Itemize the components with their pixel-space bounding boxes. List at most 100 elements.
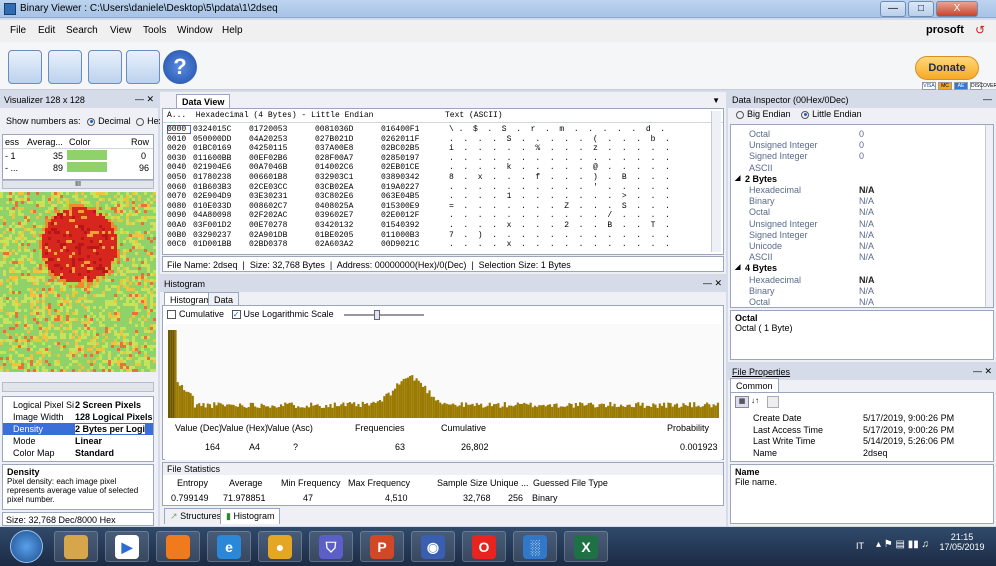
histogram-bar[interactable]	[458, 405, 461, 418]
histogram-bar[interactable]	[460, 402, 463, 418]
histogram-bar[interactable]	[561, 406, 565, 418]
internet-explorer-taskbar-icon[interactable]: e	[207, 531, 251, 562]
histogram-bar[interactable]	[497, 403, 500, 418]
histogram-bar[interactable]	[505, 407, 509, 418]
histogram-bar[interactable]	[652, 403, 655, 418]
menu-view[interactable]: View	[110, 25, 132, 36]
histogram-bar[interactable]	[639, 405, 642, 418]
histogram-bar[interactable]	[189, 393, 192, 418]
histogram-bar[interactable]	[426, 393, 429, 418]
histogram-bar[interactable]	[267, 406, 270, 418]
histogram-bar[interactable]	[626, 404, 629, 418]
histogram-bar[interactable]	[632, 407, 636, 418]
minimize-button[interactable]: —	[880, 1, 906, 17]
histogram-bar[interactable]	[710, 407, 713, 418]
property-row[interactable]: Density 2 Bytes per Logi	[3, 423, 153, 435]
histogram-bar[interactable]	[678, 407, 681, 418]
histogram-bar[interactable]	[202, 403, 205, 418]
histogram-bar[interactable]	[370, 402, 373, 418]
hex-row[interactable]: 00C0 01D001BB 02BD0378 02A603A2 00D9021C. . …	[167, 240, 697, 250]
preview-icon[interactable]	[88, 50, 122, 84]
help-icon[interactable]: ?	[163, 50, 197, 84]
ascii-cell[interactable]: . . . . . . . . . . . / . . . .	[449, 211, 670, 220]
histogram-bar[interactable]	[275, 407, 278, 418]
histogram-bar[interactable]	[434, 400, 438, 418]
histogram-bar[interactable]	[338, 406, 341, 418]
inspector-row[interactable]: Hexadecimal N/A	[731, 275, 983, 286]
histogram-bar[interactable]	[594, 407, 597, 418]
inspector-row[interactable]: Unsigned Integer 0	[731, 140, 983, 151]
histogram-bar[interactable]	[378, 400, 382, 418]
hex-row[interactable]: 0060 01B603B3 02CE03CC 03CB02EA 019A0227. . …	[167, 183, 697, 193]
histogram-bar[interactable]	[568, 403, 571, 418]
print-icon[interactable]	[48, 50, 82, 84]
histogram-bar[interactable]	[508, 405, 511, 418]
hex-row[interactable]: 00A0 03F001D2 00E70278 03420132 01540392. . …	[167, 221, 697, 231]
histogram-bar[interactable]	[607, 405, 610, 418]
histogram-bar[interactable]	[439, 402, 442, 418]
histogram-bar[interactable]	[570, 403, 573, 418]
hex-row[interactable]: 0000 0324015C 01720053 0081036D 016400F1 \ . …	[167, 125, 697, 135]
histogram-bar[interactable]	[217, 402, 220, 418]
histogram-bar[interactable]	[245, 407, 248, 418]
tools-icon[interactable]	[126, 50, 160, 84]
ascii-cell[interactable]: . . . . x . . . 2 . . B . . T .	[449, 221, 670, 230]
hex-cell[interactable]: 02E0012F	[381, 211, 419, 220]
hex-cell[interactable]: 00E70278	[249, 221, 287, 230]
ascii-cell[interactable]: . . . . 1 . . . . . . . > . . .	[449, 192, 670, 201]
histogram-bar[interactable]	[622, 406, 625, 418]
histogram-bar[interactable]	[443, 402, 446, 418]
histogram-bar[interactable]	[688, 402, 692, 418]
menu-search[interactable]: Search	[66, 25, 98, 36]
powerpoint-taskbar-icon[interactable]: P	[360, 531, 404, 562]
histogram-bar[interactable]	[391, 390, 394, 418]
histogram-bar[interactable]	[277, 407, 280, 418]
column-header[interactable]: ess	[5, 137, 19, 147]
menu-file[interactable]: File	[10, 25, 26, 36]
histogram-bar[interactable]	[273, 406, 276, 418]
histogram-bar[interactable]	[226, 404, 229, 418]
hex-cell[interactable]: 015300E9	[381, 202, 419, 211]
hex-cell[interactable]: 03E30231	[249, 192, 287, 201]
histogram-bar[interactable]	[411, 375, 414, 418]
histogram-bar[interactable]	[262, 404, 265, 418]
histogram-bar[interactable]	[387, 392, 390, 418]
histogram-bar[interactable]	[363, 403, 367, 418]
histogram-bar[interactable]	[170, 330, 173, 418]
inspector-row[interactable]: Binary N/A	[731, 286, 983, 297]
histogram-bar[interactable]	[658, 403, 661, 418]
histogram-bar[interactable]	[533, 405, 537, 418]
histogram-bar[interactable]	[297, 406, 300, 418]
hex-cell[interactable]: 02A901DB	[249, 231, 287, 240]
binary-viewer-taskbar-icon[interactable]: ░	[513, 531, 557, 562]
column-header[interactable]: Averag...	[27, 137, 63, 147]
histogram-bar[interactable]	[546, 404, 549, 418]
histogram-bar[interactable]	[221, 404, 224, 418]
histogram-bar[interactable]	[559, 406, 562, 418]
histogram-bar[interactable]	[697, 405, 700, 418]
hex-cell[interactable]: 04A80098	[193, 211, 231, 220]
histogram-bar[interactable]	[256, 407, 259, 418]
pin-icon[interactable]: ― ✕	[135, 94, 154, 105]
column-header[interactable]: Row	[131, 137, 149, 147]
histogram-bar[interactable]	[290, 402, 293, 418]
histogram-bar[interactable]	[712, 404, 715, 418]
histogram-bar[interactable]	[462, 406, 466, 418]
hex-cell[interactable]: 011600BB	[193, 154, 231, 163]
histogram-bar[interactable]	[383, 396, 386, 418]
media-player-taskbar-icon[interactable]: ▶	[105, 531, 149, 562]
hex-cell[interactable]: 01BC0169	[193, 144, 231, 153]
histogram-bar[interactable]	[475, 403, 478, 418]
hex-row[interactable]: 0010 050000DD 04A20253 027B021D 0262011F. . …	[167, 135, 697, 145]
histogram-bar[interactable]	[195, 404, 199, 418]
histogram-bar[interactable]	[635, 403, 638, 418]
hex-cell[interactable]: 02BC02B5	[381, 144, 419, 153]
histogram-bar[interactable]	[471, 403, 474, 418]
histogram-bar[interactable]	[305, 405, 308, 418]
property-row[interactable]: Logical Pixel Si 2 Screen Pixels	[3, 399, 153, 411]
histogram-bar[interactable]	[548, 404, 552, 418]
teams-taskbar-icon[interactable]: ⛉	[309, 531, 353, 562]
inspector-group[interactable]: ◢ 4 Bytes	[731, 263, 983, 274]
hex-cell[interactable]: 02EB01CE	[381, 163, 419, 172]
histogram-bar[interactable]	[523, 402, 526, 418]
